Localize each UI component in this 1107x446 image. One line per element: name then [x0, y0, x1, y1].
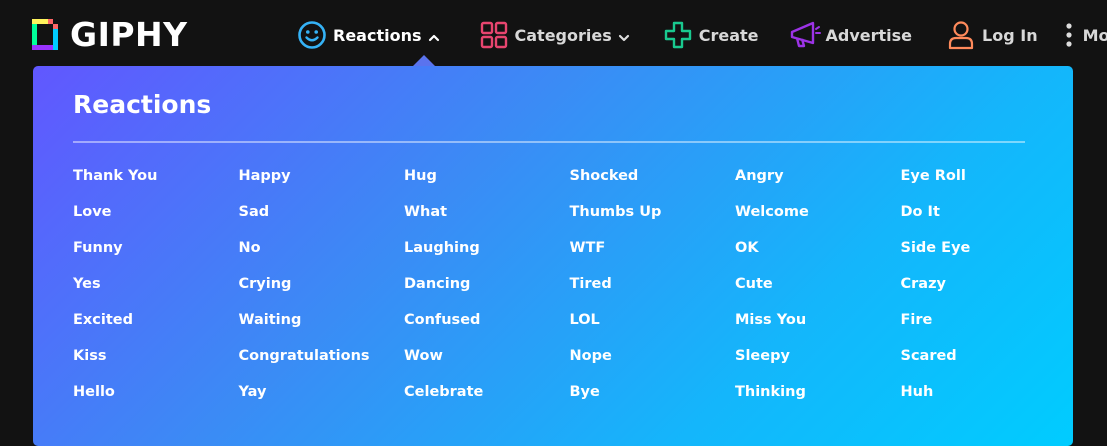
- grid-icon: [478, 19, 510, 51]
- reaction-link[interactable]: Crying: [239, 274, 405, 310]
- reaction-link[interactable]: WTF: [570, 238, 736, 274]
- reaction-link[interactable]: Congratulations: [239, 346, 405, 382]
- reaction-link[interactable]: OK: [735, 238, 901, 274]
- reactions-column: Happy Sad No Crying Waiting Congratulati…: [239, 166, 405, 418]
- reaction-link[interactable]: Wow: [404, 346, 570, 382]
- giphy-wordmark: GIPHY: [70, 14, 188, 54]
- reaction-link[interactable]: Bye: [570, 382, 736, 418]
- nav-more[interactable]: More: [1060, 19, 1107, 51]
- reaction-link[interactable]: Nope: [570, 346, 736, 382]
- reaction-link[interactable]: Funny: [73, 238, 239, 274]
- nav-login-label: Log In: [982, 25, 1038, 45]
- giphy-logo[interactable]: GIPHY: [32, 14, 188, 54]
- reaction-link[interactable]: Hug: [404, 166, 570, 202]
- reaction-link[interactable]: Sad: [239, 202, 405, 238]
- reaction-link[interactable]: Crazy: [901, 274, 1067, 310]
- reaction-link[interactable]: Huh: [901, 382, 1067, 418]
- reaction-link[interactable]: Happy: [239, 166, 405, 202]
- user-icon: [945, 19, 977, 51]
- reactions-column: Eye Roll Do It Side Eye Crazy Fire Scare…: [901, 166, 1067, 418]
- reactions-column: Shocked Thumbs Up WTF Tired LOL Nope Bye: [570, 166, 736, 418]
- reactions-column: Hug What Laughing Dancing Confused Wow C…: [404, 166, 570, 418]
- reaction-link[interactable]: Thinking: [735, 382, 901, 418]
- more-dots-icon: [1060, 19, 1078, 51]
- nav-advertise[interactable]: Advertise: [789, 19, 913, 51]
- reaction-link[interactable]: LOL: [570, 310, 736, 346]
- reaction-link[interactable]: Laughing: [404, 238, 570, 274]
- nav-reactions-label: Reactions: [333, 25, 422, 45]
- reaction-link[interactable]: Shocked: [570, 166, 736, 202]
- chevron-down-icon: [618, 29, 630, 42]
- reaction-link[interactable]: Waiting: [239, 310, 405, 346]
- reactions-column: Angry Welcome OK Cute Miss You Sleepy Th…: [735, 166, 901, 418]
- reaction-link[interactable]: Thank You: [73, 166, 239, 202]
- reaction-link[interactable]: Side Eye: [901, 238, 1067, 274]
- reactions-dropdown: Reactions Thank You Love Funny Yes Excit…: [33, 66, 1073, 446]
- megaphone-icon: [789, 19, 821, 51]
- reaction-link[interactable]: Hello: [73, 382, 239, 418]
- reaction-link[interactable]: Tired: [570, 274, 736, 310]
- smiley-icon: [296, 19, 328, 51]
- reactions-grid: Thank You Love Funny Yes Excited Kiss He…: [73, 166, 1073, 418]
- reaction-link[interactable]: What: [404, 202, 570, 238]
- nav-create-label: Create: [698, 25, 759, 45]
- giphy-logo-icon: [32, 15, 60, 53]
- reaction-link[interactable]: Yay: [239, 382, 405, 418]
- nav-more-label: More: [1082, 25, 1107, 45]
- nav-advertise-label: Advertise: [825, 25, 913, 45]
- reaction-link[interactable]: Cute: [735, 274, 901, 310]
- reaction-link[interactable]: Dancing: [404, 274, 570, 310]
- plus-icon: [662, 19, 694, 51]
- reaction-link[interactable]: Excited: [73, 310, 239, 346]
- reaction-link[interactable]: Scared: [901, 346, 1067, 382]
- nav-categories[interactable]: Categories: [478, 19, 630, 51]
- reaction-link[interactable]: Miss You: [735, 310, 901, 346]
- reaction-link[interactable]: Angry: [735, 166, 901, 202]
- reaction-link[interactable]: Kiss: [73, 346, 239, 382]
- nav-create[interactable]: Create: [662, 19, 759, 51]
- nav-categories-label: Categories: [514, 25, 612, 45]
- reaction-link[interactable]: Sleepy: [735, 346, 901, 382]
- divider: [73, 141, 1025, 143]
- reaction-link[interactable]: Love: [73, 202, 239, 238]
- reaction-link[interactable]: Celebrate: [404, 382, 570, 418]
- reaction-link[interactable]: Eye Roll: [901, 166, 1067, 202]
- reaction-link[interactable]: Confused: [404, 310, 570, 346]
- reaction-link[interactable]: Yes: [73, 274, 239, 310]
- dropdown-title: Reactions: [73, 90, 212, 119]
- chevron-up-icon: [428, 29, 440, 42]
- reaction-link[interactable]: Thumbs Up: [570, 202, 736, 238]
- reaction-link[interactable]: Fire: [901, 310, 1067, 346]
- reaction-link[interactable]: No: [239, 238, 405, 274]
- reaction-link[interactable]: Welcome: [735, 202, 901, 238]
- reaction-link[interactable]: Do It: [901, 202, 1067, 238]
- nav-login[interactable]: Log In: [945, 19, 1038, 51]
- nav-reactions[interactable]: Reactions: [296, 19, 440, 51]
- main-nav: Reactions Categories Create Advertise Lo…: [296, 14, 1107, 56]
- reactions-column: Thank You Love Funny Yes Excited Kiss He…: [73, 166, 239, 418]
